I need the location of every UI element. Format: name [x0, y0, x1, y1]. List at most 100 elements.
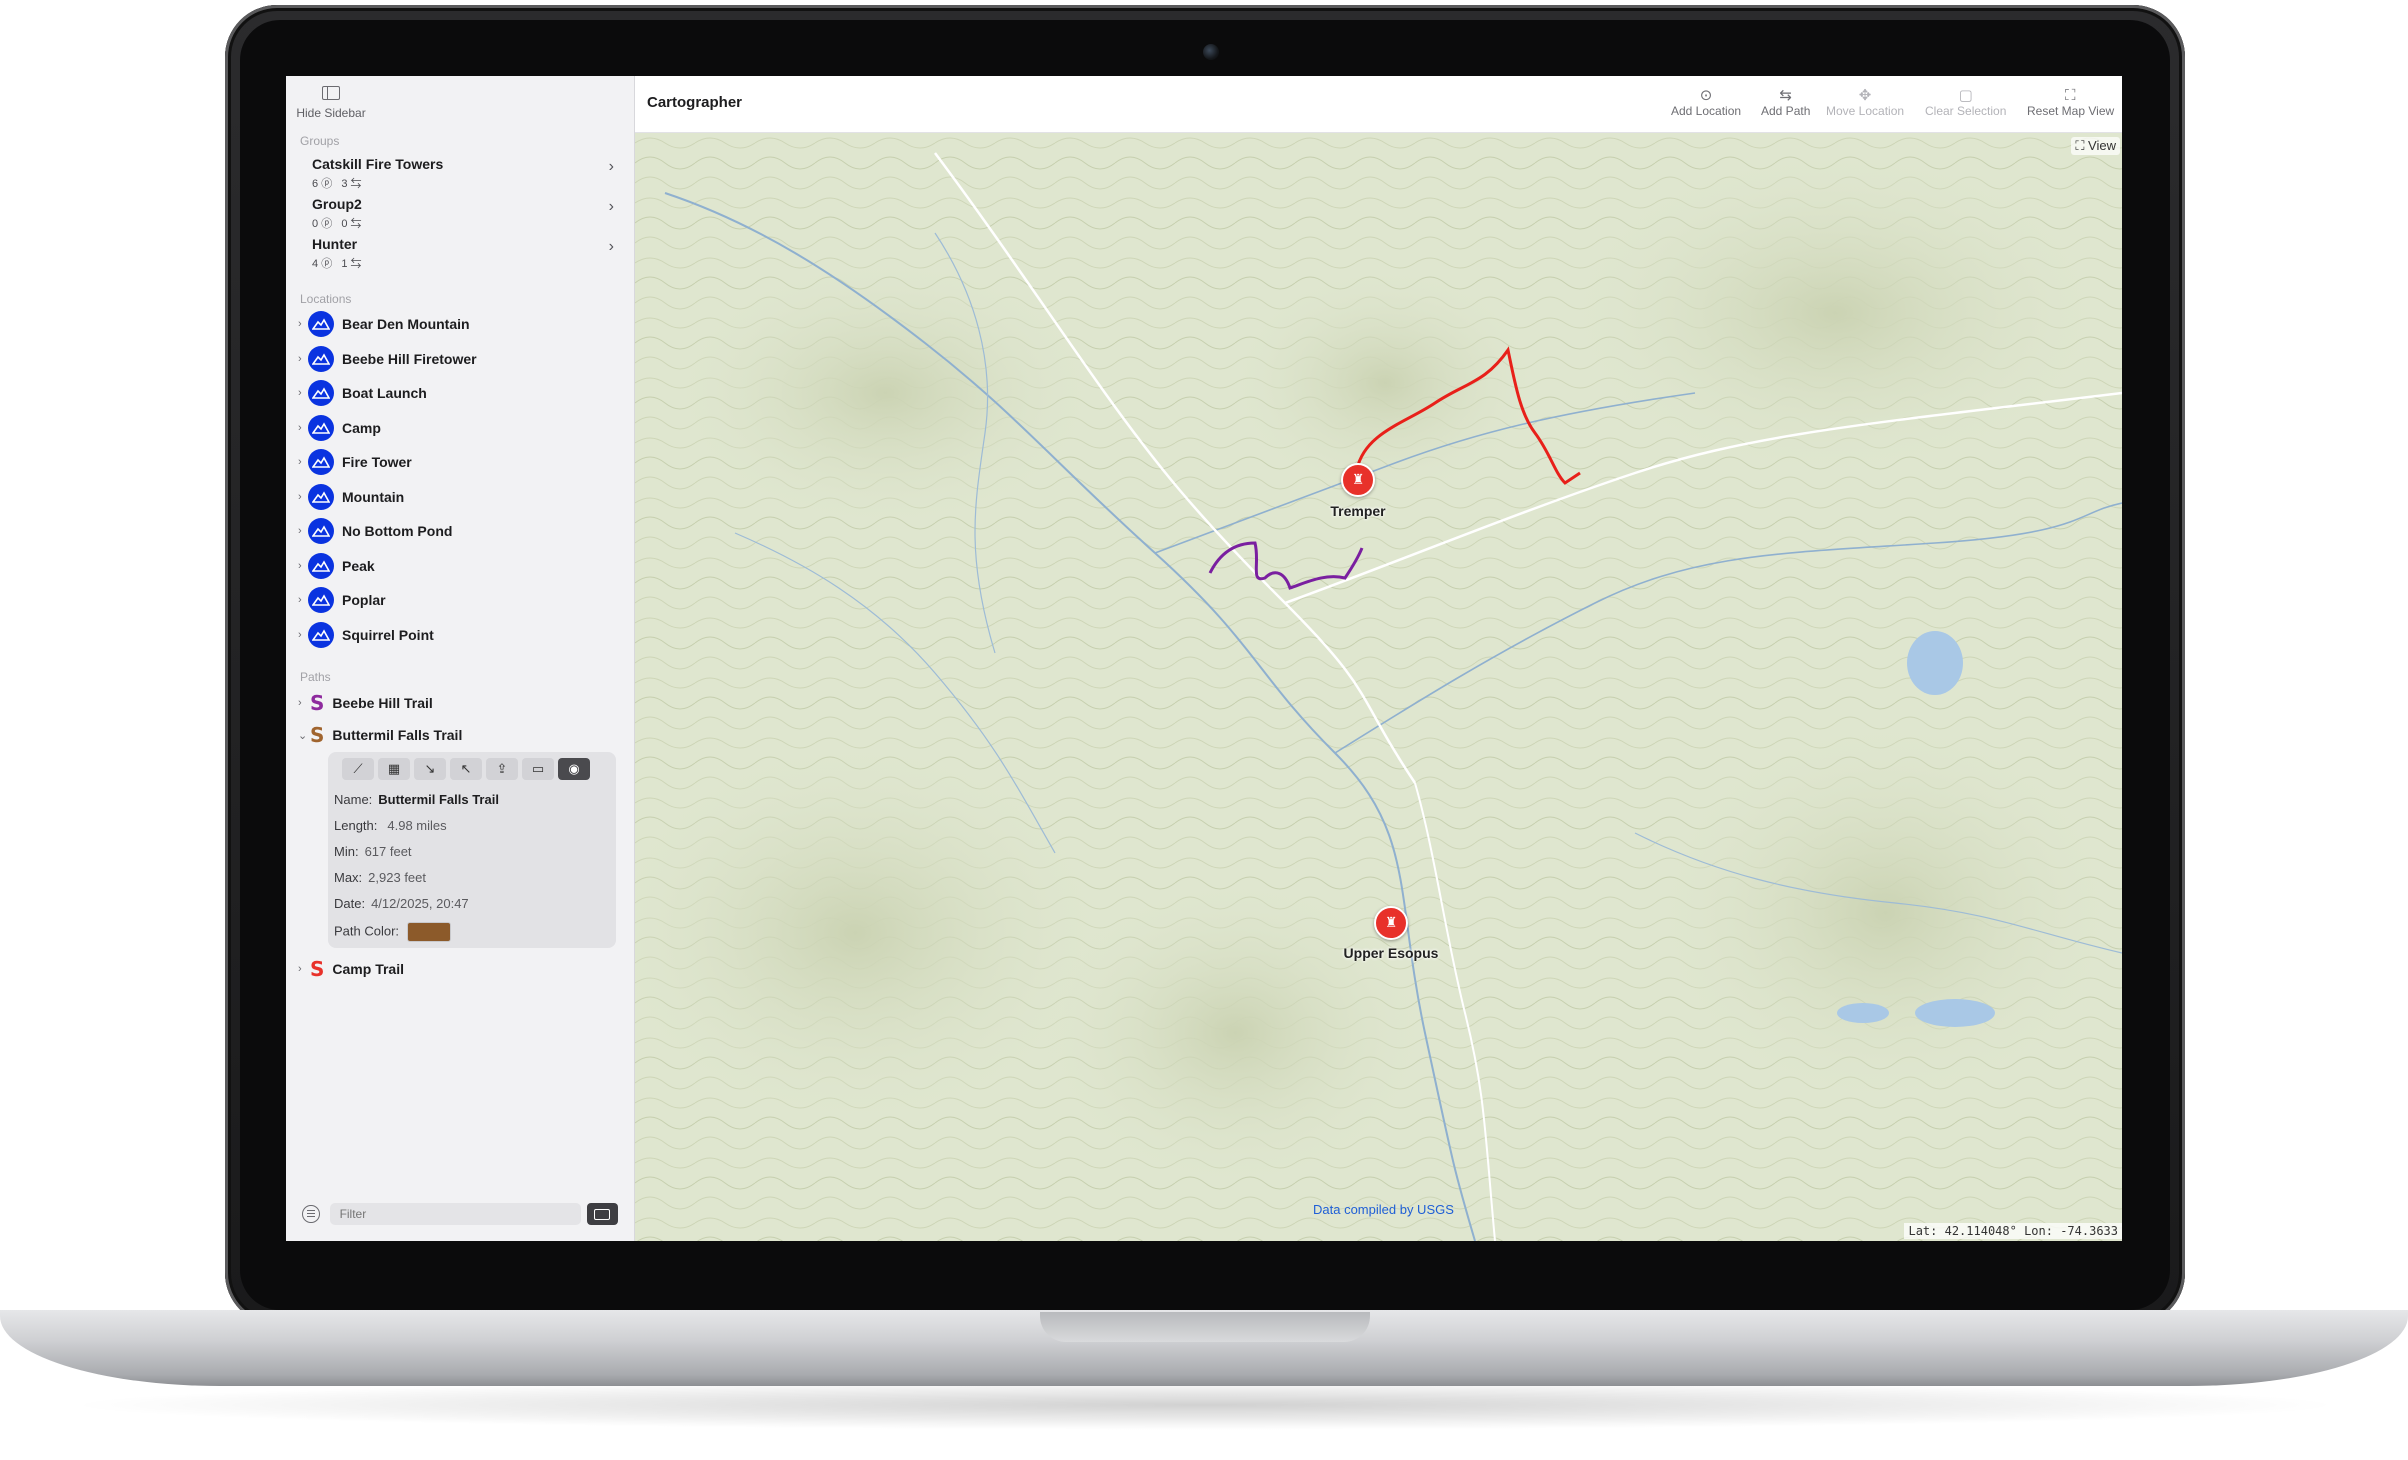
disclosure-icon[interactable]: ›	[298, 456, 308, 468]
folder-icon[interactable]: ▭	[522, 758, 554, 780]
groups-header: Groups	[300, 134, 340, 148]
group-name: Group2	[312, 196, 362, 212]
path-count-icon: ⇆	[350, 218, 362, 230]
disclosure-icon[interactable]: ›	[298, 353, 308, 365]
map-marker-label: Upper Esopus	[1343, 945, 1439, 961]
disclosure-icon[interactable]: ›	[298, 387, 308, 399]
disclosure-icon[interactable]: ›	[298, 525, 308, 537]
detail-max-row: Max: 2,923 feet	[334, 870, 426, 885]
location-item[interactable]: › Squirrel Point	[298, 620, 618, 650]
reset-map-view-button[interactable]: ⛶ Reset Map View	[2027, 86, 2122, 118]
disclosure-icon[interactable]: ›	[298, 560, 308, 572]
location-item[interactable]: › Boat Launch	[298, 378, 618, 408]
path-color-swatch[interactable]	[407, 922, 452, 942]
path-count-icon: ⇆	[350, 178, 362, 190]
camera	[1203, 44, 1219, 60]
laptop-lip	[1040, 1312, 1370, 1342]
disclosure-icon[interactable]: ›	[298, 422, 308, 434]
app-window: Hide Sidebar Groups Catskill Fire Towers…	[286, 76, 2122, 1241]
add-path-button[interactable]: ⇆ Add Path	[1761, 86, 1810, 118]
location-count-icon: ⓟ	[321, 218, 333, 230]
location-item[interactable]: › Peak	[298, 551, 618, 581]
chevron-right-icon: ›	[608, 198, 614, 215]
path-icon: S	[310, 723, 325, 747]
laptop-shadow	[60, 1380, 2350, 1430]
move-location-button[interactable]: ✥ Move Location	[1826, 86, 1904, 118]
coordinate-readout: Lat: 42.114048° Lon: -74.3633	[1904, 1223, 2122, 1239]
folder-icon	[594, 1208, 611, 1220]
path-name: Beebe Hill Trail	[332, 695, 433, 711]
location-item[interactable]: › Bear Den Mountain	[298, 309, 618, 339]
sidebar: Hide Sidebar Groups Catskill Fire Towers…	[286, 76, 635, 1241]
group-item[interactable]: Group2 0 ⓟ 0 ⇆ ›	[312, 196, 622, 234]
mountain-icon	[308, 483, 334, 510]
disclosure-icon[interactable]: ›	[298, 629, 308, 641]
group-stats: 4 ⓟ 1 ⇆	[312, 258, 362, 270]
location-name: Beebe Hill Firetower	[342, 350, 477, 367]
group-stats: 0 ⓟ 0 ⇆	[312, 218, 362, 230]
view-toggle[interactable]: ⛶ View	[2071, 137, 2120, 155]
group-item[interactable]: Hunter 4 ⓟ 1 ⇆ ›	[312, 236, 622, 274]
path-item[interactable]: › S Beebe Hill Trail	[298, 690, 433, 716]
window-title: Cartographer	[647, 94, 743, 111]
map-credit[interactable]: Data compiled by USGS	[1313, 1202, 1454, 1217]
path-tools: ⟋ ▦ ↘ ↖ ⇪ ▭ ◉	[342, 758, 590, 782]
path-end-icon[interactable]: ↖	[450, 758, 482, 780]
path-item[interactable]: › S Camp Trail	[298, 956, 404, 982]
disclosure-icon[interactable]: ⌄	[298, 729, 310, 742]
mountain-icon	[308, 380, 334, 406]
location-name: Squirrel Point	[342, 626, 434, 643]
disclosure-icon[interactable]: ›	[298, 963, 310, 975]
group-name: Hunter	[312, 236, 358, 252]
mountain-icon	[308, 311, 334, 337]
map-view[interactable]: ♜ Tremper ♜ Upper Esopus ⛶ View Data com…	[635, 133, 2122, 1241]
map-marker-label: Tremper	[1330, 503, 1386, 519]
clear-icon: ▢	[1958, 86, 1973, 104]
location-name: Poplar	[342, 592, 386, 608]
hide-sidebar-label: Hide Sidebar	[296, 106, 366, 120]
mountain-icon	[308, 621, 334, 648]
path-icon: ⇆	[1779, 86, 1792, 104]
location-name: Bear Den Mountain	[342, 316, 470, 332]
new-folder-button[interactable]	[586, 1203, 618, 1225]
filter-input[interactable]	[329, 1203, 581, 1225]
paths-header: Paths	[300, 670, 331, 684]
expand-icon: ⛶	[2075, 138, 2085, 153]
reset-view-icon: ⛶	[2065, 86, 2076, 104]
disclosure-icon[interactable]: ›	[298, 697, 310, 709]
disclosure-icon[interactable]: ›	[298, 594, 308, 606]
location-item[interactable]: › No Bottom Pond	[298, 516, 618, 546]
location-item[interactable]: › Fire Tower	[298, 447, 618, 477]
location-count-icon: ⓟ	[321, 258, 333, 270]
table-icon[interactable]: ▦	[378, 758, 410, 780]
detail-color-row: Path Color:	[334, 922, 452, 942]
path-item[interactable]: ⌄ S Buttermil Falls Trail	[298, 722, 462, 748]
tower-pin-icon[interactable]: ♜	[1341, 463, 1375, 497]
detail-date-row: Date: 4/12/2025, 20:47	[334, 896, 469, 911]
path-icon: S	[310, 957, 325, 981]
mountain-icon	[308, 449, 334, 475]
disclosure-icon[interactable]: ›	[298, 491, 308, 503]
mountain-icon	[308, 552, 334, 579]
location-item[interactable]: › Camp	[298, 413, 618, 443]
move-icon: ✥	[1858, 86, 1872, 104]
chevron-right-icon: ›	[608, 238, 614, 255]
eye-icon[interactable]: ◉	[558, 758, 590, 780]
share-icon[interactable]: ⇪	[486, 758, 518, 780]
tower-pin-icon[interactable]: ♜	[1374, 906, 1408, 940]
elevation-chart-icon[interactable]: ⟋	[342, 758, 374, 780]
disclosure-icon[interactable]: ›	[298, 318, 308, 330]
location-item[interactable]: › Beebe Hill Firetower	[298, 344, 618, 374]
filter-icon[interactable]	[302, 1205, 320, 1223]
group-item[interactable]: Catskill Fire Towers 6 ⓟ 3 ⇆ ›	[312, 156, 622, 194]
location-item[interactable]: › Poplar	[298, 585, 618, 615]
location-name: Camp	[342, 419, 381, 436]
detail-min-row: Min: 617 feet	[334, 844, 412, 859]
sidebar-icon	[322, 86, 340, 100]
clear-selection-button[interactable]: ▢ Clear Selection	[1925, 86, 2006, 118]
path-start-icon[interactable]: ↘	[414, 758, 446, 780]
hide-sidebar-button[interactable]: Hide Sidebar	[296, 86, 366, 120]
detail-length-row: Length: 4.98 miles	[334, 818, 447, 833]
location-item[interactable]: › Mountain	[298, 482, 618, 512]
add-location-button[interactable]: ⊙ Add Location	[1671, 86, 1741, 118]
